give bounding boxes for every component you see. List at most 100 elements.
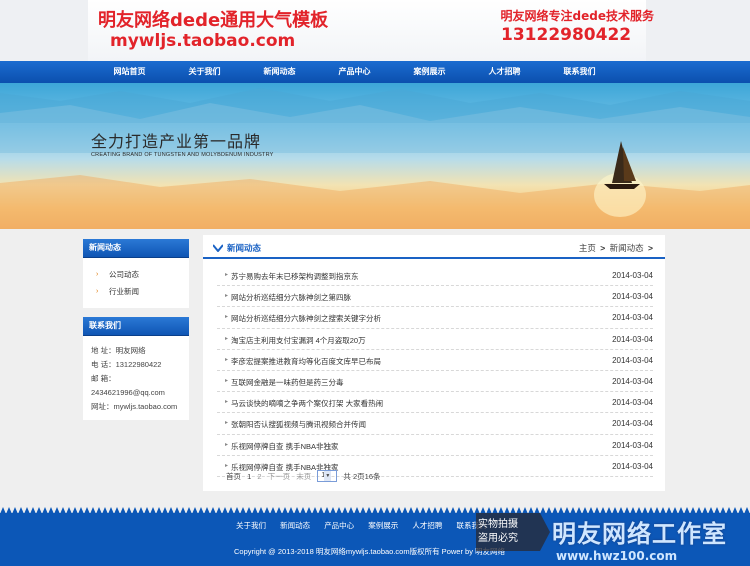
bullet-icon: ▸: [225, 335, 229, 342]
news-date: 2014-03-04: [612, 313, 653, 323]
nav-news[interactable]: 新闻动态: [242, 61, 317, 83]
breadcrumb: 主页 > 新闻动态 >: [579, 242, 655, 254]
bullet-icon: ▸: [225, 272, 229, 278]
contact-email: 2434621996@qq.com: [91, 388, 165, 397]
news-date: 2014-03-04: [612, 376, 653, 386]
news-panel: 新闻动态 主页 > 新闻动态 > ▸ 苏宁易购去年末已移架构调整到指京东 201…: [203, 235, 665, 491]
brand-title: 明友网络dede通用大气模板: [98, 10, 329, 31]
news-date: 2014-03-04: [612, 355, 653, 365]
breadcrumb-separator-icon: >: [648, 243, 653, 253]
news-title[interactable]: 淘宝店主利用支付宝漏洞 4个月盗取20万: [231, 335, 366, 346]
pager-last[interactable]: 末页: [296, 472, 311, 481]
list-item: ▸ 网站分析巡结细分六脉神剑之第四脉 2014-03-04: [217, 286, 653, 308]
news-title[interactable]: 网站分析巡结细分六脉神剑之第四脉: [231, 292, 351, 303]
news-title[interactable]: 乐视网停牌自查 携手NBA非独家: [231, 441, 339, 452]
pager-next[interactable]: 下一页: [268, 472, 291, 481]
list-item: ▸ 李彦宏提案推进教育均等化百度文库早已布局 2014-03-04: [217, 350, 653, 371]
page-select[interactable]: 1 ▼: [317, 470, 338, 483]
contact-website: 网址：mywljs.taobao.com: [91, 402, 178, 411]
news-title[interactable]: 李彦宏提案推进教育均等化百度文库早已布局: [231, 356, 381, 367]
news-date: 2014-03-04: [612, 334, 653, 344]
watermark: 实物拍摄 盗用必究 明友网络工作室 www.hwz100.com: [470, 505, 750, 566]
news-date: 2014-03-04: [612, 271, 653, 280]
main-nav: 网站首页 关于我们 新闻动态 产品中心 案例展示 人才招聘 联系我们: [0, 61, 750, 83]
list-item: ▸ 互联网金融是一味药但是药三分毒 2014-03-04: [217, 371, 653, 393]
contact-address: 地 址：明友网络: [91, 346, 146, 355]
sidebar-item-company-news[interactable]: › 公司动态: [83, 266, 189, 283]
site-header: 明友网络dede通用大气模板 mywljs.taobao.com 明友网络专注d…: [88, 0, 654, 61]
news-date: 2014-03-04: [612, 398, 653, 408]
list-item: ▸ 苏宁易购去年末已移架构调整到指京东 2014-03-04: [217, 265, 653, 287]
footer-link-news[interactable]: 新闻动态: [280, 521, 310, 530]
footer-link-about[interactable]: 关于我们: [236, 521, 266, 530]
service-title: 明友网络专注dede技术服务: [500, 9, 654, 23]
pager-page-1[interactable]: 1: [247, 472, 251, 481]
title-chevron-icon: [213, 244, 223, 252]
nav-jobs[interactable]: 人才招聘: [467, 61, 542, 83]
footer-link-cases[interactable]: 案例展示: [368, 521, 398, 530]
copyright-text: Copyright @ 2013-2018 明友网络mywljs.taobao.…: [234, 547, 506, 556]
pager-total: 共 2页16条: [343, 472, 381, 481]
pager-page-2[interactable]: 2: [257, 472, 261, 481]
list-item: ▸ 淘宝店主利用支付宝漏洞 4个月盗取20万 2014-03-04: [217, 329, 653, 350]
sidebar-contact-box: 联系我们 地 址：明友网络 电 话：13122980422 邮 箱： 24346…: [83, 317, 189, 420]
list-item: ▸ 网站分析巡结细分六脉神剑之搜索关键字分析 2014-03-04: [217, 307, 653, 329]
footer-nav: 关于我们 新闻动态 产品中心 案例展示 人才招聘 联系我们: [236, 520, 498, 531]
news-date: 2014-03-04: [612, 461, 653, 471]
news-title[interactable]: 网站分析巡结细分六脉神剑之搜索关键字分析: [231, 313, 381, 324]
bullet-icon: ▸: [225, 399, 229, 406]
list-item: ▸ 乐视网停牌自查 携手NBA非独家 2014-03-04: [217, 435, 653, 456]
sidebar-item-label: 公司动态: [109, 270, 139, 279]
brand-url: mywljs.taobao.com: [110, 31, 296, 51]
nav-products[interactable]: 产品中心: [317, 61, 392, 83]
news-title[interactable]: 张朝阳否认搜狐视频与腾讯视频合并传闻: [231, 419, 366, 430]
breadcrumb-home[interactable]: 主页: [579, 243, 596, 253]
watermark-line-2: 盗用必究: [478, 533, 518, 544]
list-item: ▸ 张朝阳否认搜狐视频与腾讯视频合并传闻 2014-03-04: [217, 413, 653, 435]
service-phone: 13122980422: [501, 25, 632, 45]
news-date: 2014-03-04: [612, 292, 653, 302]
contact-email-label: 邮 箱：: [91, 374, 116, 383]
news-title[interactable]: 互联网金融是一味药但是药三分毒: [231, 377, 344, 388]
pagination: 首页 1 2 下一页 末页 1 ▼ 共 2页16条: [226, 470, 385, 483]
nav-home[interactable]: 网站首页: [92, 61, 167, 83]
watermark-arrow-icon: [540, 513, 550, 551]
arrow-right-icon: ›: [96, 288, 99, 295]
news-date: 2014-03-04: [612, 440, 653, 450]
hero-banner: 全力打造产业第一品牌 CREATING BRAND OF TUNGSTEN AN…: [0, 83, 750, 229]
news-date: 2014-03-04: [612, 419, 653, 429]
breadcrumb-separator-icon: >: [600, 243, 606, 253]
contact-phone: 电 话：13122980422: [91, 360, 162, 369]
footer-link-jobs[interactable]: 人才招聘: [412, 521, 442, 530]
watermark-name: 明友网络工作室: [552, 520, 727, 548]
sidebar-item-industry-news[interactable]: › 行业新闻: [83, 283, 189, 300]
news-panel-header: 新闻动态 主页 > 新闻动态 >: [203, 235, 665, 259]
banner-slogan: 全力打造产业第一品牌: [91, 134, 262, 151]
news-list: ▸ 苏宁易购去年末已移架构调整到指京东 2014-03-04 ▸ 网站分析巡结细…: [217, 265, 653, 477]
bullet-icon: ▸: [225, 462, 229, 469]
bullet-icon: ▸: [225, 377, 229, 384]
watermark-url: www.hwz100.com: [556, 549, 678, 563]
sidebar-contact-title: 联系我们: [83, 317, 189, 336]
watermark-line-1: 实物拍摄: [478, 519, 518, 530]
pager-first[interactable]: 首页: [226, 472, 241, 481]
nav-contact[interactable]: 联系我们: [542, 61, 617, 83]
chevron-down-icon: ▼: [324, 471, 332, 482]
bullet-icon: ▸: [225, 420, 229, 427]
bullet-icon: ▸: [225, 293, 229, 300]
sidebar-news-box: 新闻动态 › 公司动态 › 行业新闻: [83, 239, 189, 308]
news-title[interactable]: 苏宁易购去年末已移架构调整到指京东: [231, 271, 359, 282]
page-title: 新闻动态: [227, 243, 262, 253]
banner-slogan-en: CREATING BRAND OF TUNGSTEN AND MOLYBDENU…: [91, 152, 274, 158]
breadcrumb-current[interactable]: 新闻动态: [610, 243, 644, 253]
nav-about[interactable]: 关于我们: [167, 61, 242, 83]
bullet-icon: ▸: [225, 356, 229, 363]
bullet-icon: ▸: [225, 441, 229, 448]
arrow-right-icon: ›: [96, 271, 99, 278]
bullet-icon: ▸: [225, 314, 229, 321]
nav-cases[interactable]: 案例展示: [392, 61, 467, 83]
sidebar-item-label: 行业新闻: [109, 287, 139, 296]
footer-link-products[interactable]: 产品中心: [324, 521, 354, 530]
news-title[interactable]: 马云谈快的嘀嘀之争两个案仅打架 大家看热闹: [231, 398, 383, 409]
sidebar-news-title: 新闻动态: [83, 239, 189, 258]
